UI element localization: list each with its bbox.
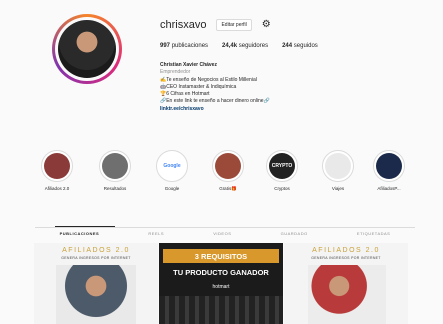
stat-followers[interactable]: 24,4k seguidores [222, 43, 268, 49]
highlight-thumbnail [215, 153, 241, 179]
highlight-circle [41, 150, 73, 182]
highlight-item[interactable]: Resultados [97, 150, 133, 191]
stat-posts[interactable]: 997 publicaciones [160, 43, 208, 49]
highlight-label: Viajes [331, 186, 345, 191]
username: chrisxavo [160, 19, 207, 31]
post-photo [56, 265, 136, 324]
active-tab-indicator [55, 226, 115, 227]
tab-guardado[interactable]: GUARDADO [281, 231, 308, 236]
avatar-inner [55, 17, 119, 81]
story-highlights: Afiliados 2.0 Resultados Google Google G… [35, 150, 415, 202]
highlight-thumbnail: Google [159, 153, 185, 179]
highlight-thumbnail [44, 153, 70, 179]
profile-bio: Christian Xavier Chávez Emprendedor ✍️Te… [160, 62, 360, 113]
highlight-item[interactable]: CRYPTO Cryptos [264, 150, 300, 191]
post-subtitle: GENERA INGRESOS POR INTERNET [311, 256, 381, 260]
stat-label: seguidos [293, 43, 318, 49]
highlight-item[interactable]: Gratis🎁 [210, 150, 246, 192]
post-photo [308, 265, 386, 324]
stat-label: seguidores [238, 43, 269, 49]
avatar [58, 20, 116, 78]
post-thumbnail[interactable]: AFILIADOS 2.0 GENERA INGRESOS POR INTERN… [284, 243, 408, 324]
highlight-thumbnail [376, 153, 402, 179]
tab-publicaciones[interactable]: PUBLICACIONES [60, 231, 100, 236]
post-subtitle: GENERA INGRESOS POR INTERNET [61, 256, 131, 260]
post-title: AFILIADOS 2.0 [62, 247, 130, 254]
profile-avatar-ring[interactable] [52, 14, 122, 84]
highlight-label: AfiliadosP... [377, 186, 401, 191]
bio-category: Emprendedor [160, 69, 191, 76]
stat-following[interactable]: 244 seguidos [282, 43, 318, 49]
highlight-label: Afiliados 2.0 [44, 186, 70, 191]
post-title: AFILIADOS 2.0 [312, 247, 380, 254]
highlight-item[interactable]: AfiliadosP... [371, 150, 407, 191]
gear-icon[interactable]: ⚙ [262, 20, 271, 30]
highlight-circle: CRYPTO [266, 150, 298, 182]
bio-name: Christian Xavier Chávez [160, 62, 217, 68]
highlight-circle [322, 150, 354, 182]
highlight-label: Google [164, 186, 180, 191]
highlight-circle: Google [156, 150, 188, 182]
post-banner: 3 REQUISITOS [163, 249, 279, 263]
highlight-thumbnail [102, 153, 128, 179]
profile-tabs: PUBLICACIONES REELS VIDEOS GUARDADO ETIQ… [35, 231, 415, 236]
highlight-item[interactable]: Google Google [154, 150, 190, 191]
profile-header: chrisxavo Editar perfil ⚙ [160, 19, 271, 31]
post-headline: TU PRODUCTO GANADOR [173, 268, 269, 277]
post-thumbnail[interactable]: AFILIADOS 2.0 GENERA INGRESOS POR INTERN… [34, 243, 158, 324]
hotmart-logo: hotmart [212, 284, 230, 290]
bio-link[interactable]: linktr.ee/chrisxavo [160, 106, 360, 113]
highlight-thumbnail [325, 153, 351, 179]
bio-line: 🔗En este link te enseño a hacer dinero o… [160, 98, 270, 105]
stat-count: 997 [160, 43, 171, 49]
highlight-circle [212, 150, 244, 182]
tab-reels[interactable]: REELS [148, 231, 164, 236]
edit-profile-button[interactable]: Editar perfil [216, 19, 252, 31]
post-thumbnail[interactable]: 3 REQUISITOS TU PRODUCTO GANADOR hotmart [159, 243, 283, 324]
tab-videos[interactable]: VIDEOS [213, 231, 231, 236]
highlight-item[interactable]: Viajes [320, 150, 356, 191]
bio-line: ✍️Te enseño de Negocios al Estilo Millen… [160, 76, 257, 83]
highlight-item[interactable]: Afiliados 2.0 [39, 150, 75, 191]
highlight-label: Resultados [103, 186, 127, 191]
post-photo [159, 296, 283, 324]
highlight-label: Gratis🎁 [219, 186, 237, 191]
tab-etiquetadas[interactable]: ETIQUETADAS [357, 231, 390, 236]
profile-stats: 997 publicaciones 24,4k seguidores 244 s… [160, 43, 318, 49]
tabs-divider [35, 227, 415, 228]
highlight-thumbnail: CRYPTO [269, 153, 295, 179]
highlight-label: Cryptos [274, 186, 290, 191]
highlight-circle [99, 150, 131, 182]
stat-count: 244 [282, 43, 293, 49]
highlight-circle [373, 150, 405, 182]
stat-label: publicaciones [171, 43, 209, 49]
stat-count: 24,4k [222, 43, 238, 49]
